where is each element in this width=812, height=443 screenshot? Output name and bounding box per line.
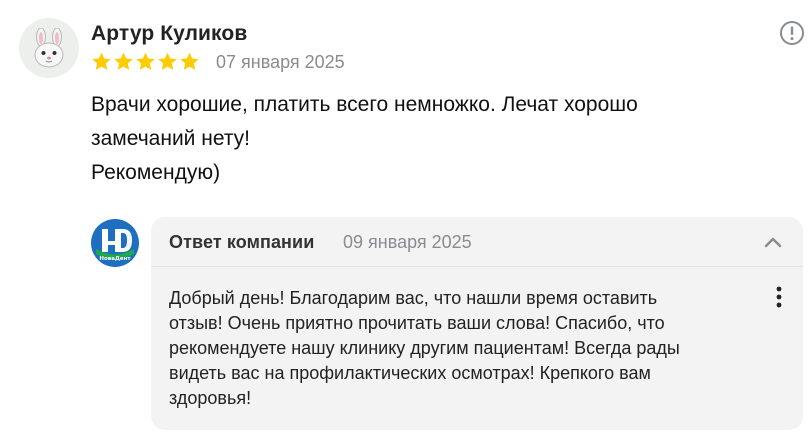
star-icon [136, 52, 155, 70]
author-name[interactable]: Артур Куликов [91, 22, 247, 46]
star-icon [158, 52, 177, 70]
reply-title: Ответ компании [169, 232, 315, 252]
chevron-up-icon [764, 237, 782, 248]
star-rating [91, 51, 200, 73]
star-icon [114, 52, 133, 70]
bunny-avatar-icon [34, 28, 64, 68]
review-date: 07 января 2025 [216, 52, 345, 72]
company-logo-icon: НоваДент [91, 219, 139, 267]
info-circle-icon [780, 21, 804, 45]
company-reply: Ответ компании 09 января 2025 Добрый ден… [151, 217, 803, 430]
star-icon [180, 52, 199, 70]
avatar[interactable] [19, 18, 79, 78]
star-icon [92, 52, 111, 70]
reply-date: 09 января 2025 [343, 232, 472, 252]
report-button[interactable] [779, 20, 805, 46]
reply-header[interactable]: Ответ компании 09 января 2025 [151, 217, 803, 267]
more-vertical-icon [776, 286, 782, 308]
company-logo[interactable]: НоваДент [90, 218, 140, 268]
reply-more-button[interactable] [769, 285, 789, 309]
company-logo-text: НоваДент [99, 256, 131, 262]
review-text: Врачи хорошие, платить всего немножко. Л… [91, 93, 638, 184]
collapse-reply-button[interactable] [763, 234, 783, 250]
reply-text: Добрый день! Благодарим вас, что нашли в… [169, 288, 680, 408]
